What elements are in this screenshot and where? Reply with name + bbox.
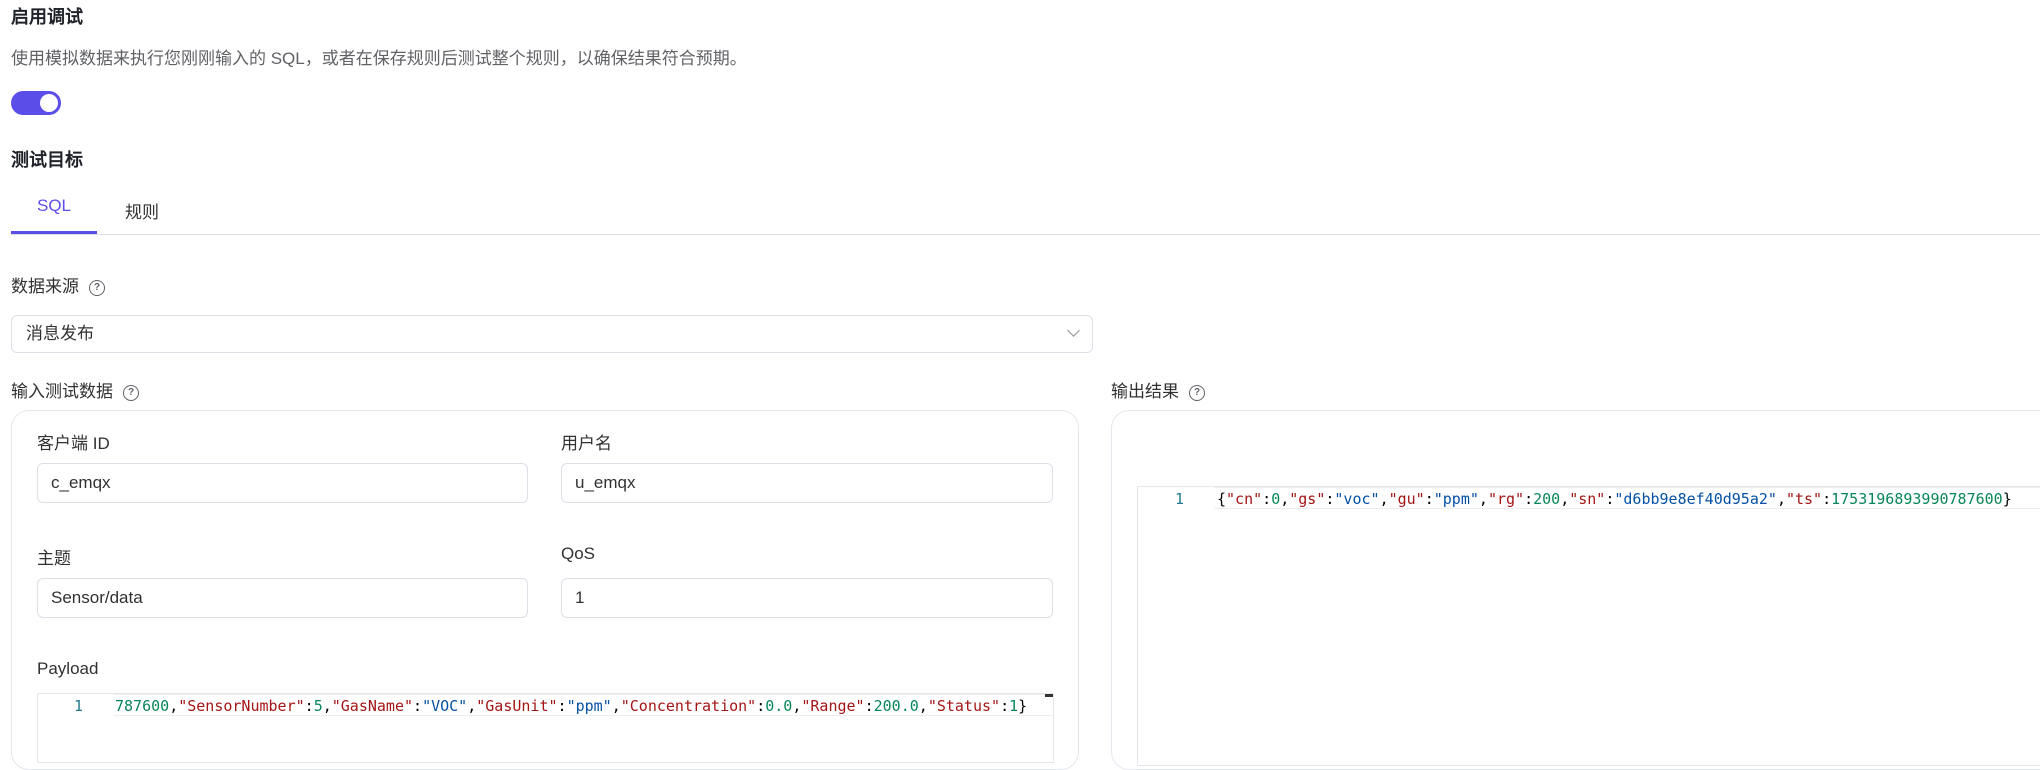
payload-token: "ppm" [566, 697, 612, 715]
output-code: {"cn":0,"gs":"voc","gu":"ppm","rg":200,"… [1217, 490, 2012, 508]
output-token: , [1280, 490, 1290, 508]
output-token: 1753196893990787600 [1831, 490, 2003, 508]
output-label-row: 输出结果? [1111, 377, 1205, 402]
tabs-divider [11, 234, 2040, 235]
question-circle-icon[interactable]: ? [89, 279, 105, 296]
output-token: : [1822, 490, 1832, 508]
tab-sql[interactable]: SQL [11, 196, 97, 234]
payload-token: , [322, 697, 332, 715]
qos-input[interactable]: 1 [561, 578, 1053, 618]
output-token: : [1262, 490, 1272, 508]
payload-token: : [1000, 697, 1010, 715]
output-result-label: 输出结果 [1111, 382, 1179, 401]
topic-input[interactable]: Sensor/data [37, 578, 528, 618]
payload-token: : [756, 697, 766, 715]
topic-value: Sensor/data [51, 588, 143, 607]
payload-editor[interactable]: 1 787600,"SensorNumber":5,"GasName":"VOC… [37, 693, 1054, 763]
payload-token: "VOC" [422, 697, 468, 715]
output-token: , [1776, 490, 1786, 508]
output-token: "ts" [1785, 490, 1823, 508]
output-token: : [1524, 490, 1534, 508]
payload-token: 787600 [115, 697, 170, 715]
payload-token: } [1018, 697, 1028, 715]
output-token: "ppm" [1433, 490, 1479, 508]
question-circle-icon[interactable]: ? [1189, 384, 1205, 401]
tab-rule-label: 规则 [125, 203, 159, 222]
data-source-select[interactable]: 消息发布 [11, 315, 1093, 353]
payload-token: : [864, 697, 874, 715]
payload-code: 787600,"SensorNumber":5,"GasName":"VOC",… [115, 697, 1027, 715]
input-label-row: 输入测试数据? [11, 377, 139, 402]
payload-token: "Range" [801, 697, 865, 715]
client-id-input[interactable]: c_emqx [37, 463, 528, 503]
data-source-value: 消息发布 [26, 324, 94, 343]
qos-label: QoS [561, 544, 596, 563]
payload-token: "GasName" [331, 697, 414, 715]
username-input[interactable]: u_emqx [561, 463, 1053, 503]
chevron-down-icon [1067, 324, 1080, 337]
output-token: } [2002, 490, 2012, 508]
output-line-number: 1 [1175, 490, 1185, 508]
output-token: "cn" [1226, 490, 1263, 508]
qos-value: 1 [575, 588, 585, 607]
output-token: "gs" [1289, 490, 1326, 508]
topic-label: 主题 [37, 549, 71, 568]
client-id-label: 客户端 ID [37, 434, 110, 453]
output-token: { [1217, 490, 1227, 508]
output-token: 0 [1271, 490, 1281, 508]
payload-label: Payload [37, 659, 99, 678]
debug-title: 启用调试 [11, 7, 83, 27]
output-token: , [1560, 490, 1570, 508]
payload-scrollbar-marker [1045, 694, 1053, 697]
payload-token: 5 [313, 697, 323, 715]
username-label: 用户名 [561, 434, 612, 453]
client-id-value: c_emqx [51, 473, 111, 492]
payload-token: 0.0 [765, 697, 793, 715]
test-target-title: 测试目标 [11, 150, 83, 170]
output-token: "d6bb9e8ef40d95a2" [1614, 490, 1777, 508]
output-token: "sn" [1569, 490, 1606, 508]
question-circle-icon[interactable]: ? [123, 384, 139, 401]
data-source-label: 数据来源 [11, 277, 79, 296]
username-value: u_emqx [575, 473, 636, 492]
payload-token: : [557, 697, 567, 715]
tab-sql-label: SQL [36, 196, 72, 215]
payload-token: , [611, 697, 621, 715]
data-source-label-row: 数据来源? [11, 272, 105, 297]
debug-description: 使用模拟数据来执行您刚刚输入的 SQL，或者在保存规则后测试整个规则，以确保结果… [11, 49, 747, 68]
payload-token: "SensorNumber" [178, 697, 305, 715]
payload-line-number: 1 [74, 697, 84, 715]
output-token: "rg" [1487, 490, 1525, 508]
output-token: : [1424, 490, 1434, 508]
payload-token: "Concentration" [620, 697, 757, 715]
toggle-knob [40, 94, 58, 112]
output-token: 200 [1533, 490, 1561, 508]
payload-token: , [918, 697, 928, 715]
payload-token: "GasUnit" [476, 697, 558, 715]
output-token: , [1379, 490, 1389, 508]
output-editor[interactable]: 1 {"cn":0,"gs":"voc","gu":"ppm","rg":200… [1137, 486, 2040, 766]
output-token: "voc" [1334, 490, 1380, 508]
payload-token: : [413, 697, 423, 715]
debug-toggle[interactable] [11, 91, 61, 115]
input-test-data-label: 输入测试数据 [11, 382, 113, 401]
payload-token: 1 [1009, 697, 1019, 715]
output-token: , [1478, 490, 1488, 508]
tab-rule[interactable]: 规则 [97, 198, 187, 236]
output-token: "gu" [1388, 490, 1425, 508]
payload-token: "Status" [927, 697, 1001, 715]
payload-token: , [169, 697, 179, 715]
payload-token: 200.0 [873, 697, 919, 715]
payload-token: : [304, 697, 314, 715]
payload-token: , [467, 697, 477, 715]
